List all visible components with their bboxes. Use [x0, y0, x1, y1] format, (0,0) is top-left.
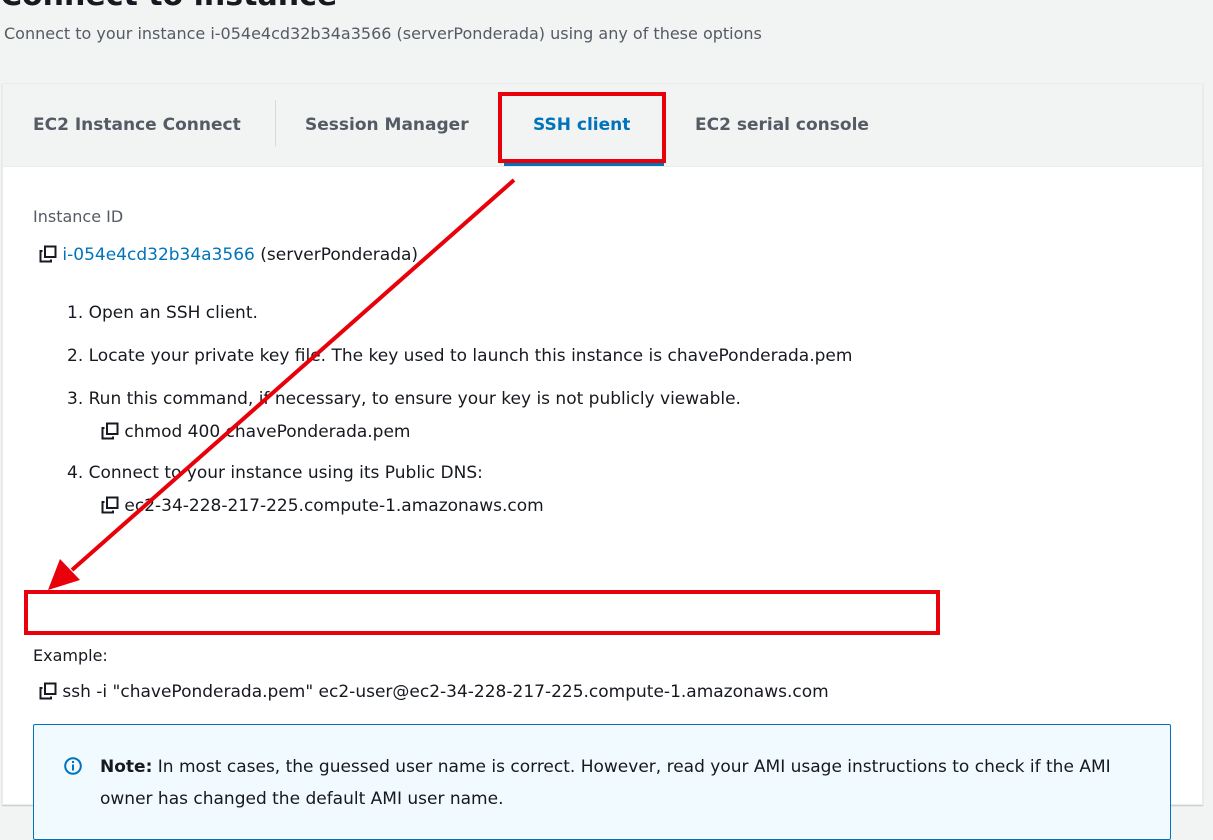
annotation-arrow	[48, 178, 516, 590]
